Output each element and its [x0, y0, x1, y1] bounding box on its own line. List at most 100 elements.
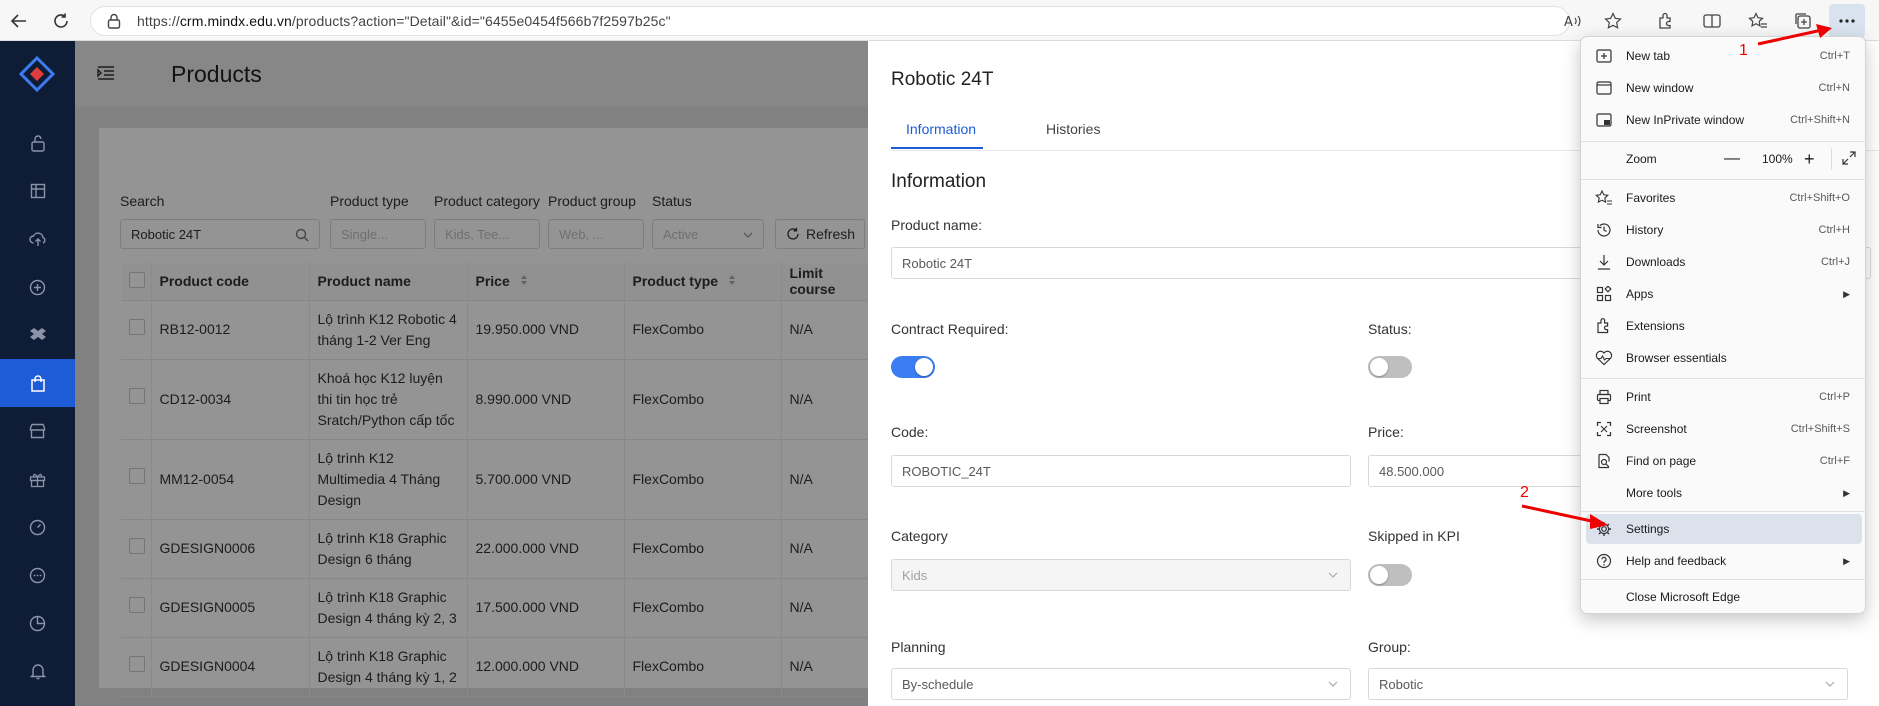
menu-item-extensions[interactable]: Extensions: [1586, 311, 1862, 341]
new-tab-icon: [1595, 48, 1613, 64]
submenu-arrow-icon: ▶: [1843, 487, 1850, 498]
app-logo-icon: [19, 56, 55, 92]
submenu-arrow-icon: ▶: [1843, 555, 1850, 566]
split-screen-icon[interactable]: [1699, 8, 1725, 34]
menu-item-favorites[interactable]: Favorites Ctrl+Shift+O: [1586, 183, 1862, 213]
sidebar-item-gift[interactable]: [0, 455, 75, 503]
address-bar[interactable]: https://crm.mindx.edu.vn/products?action…: [90, 6, 1570, 36]
menu-item-find-on-page[interactable]: Find on page Ctrl+F: [1586, 446, 1862, 476]
tab-histories[interactable]: Histories: [1046, 121, 1100, 137]
status-toggle[interactable]: [1368, 356, 1412, 378]
menu-item-settings[interactable]: Settings: [1586, 514, 1862, 544]
extensions-icon: [1595, 318, 1613, 334]
menu-shortcut: Ctrl+Shift+N: [1790, 114, 1850, 126]
printer-icon: [1595, 389, 1613, 405]
menu-item-label: Print: [1626, 390, 1651, 404]
chat-icon: [29, 567, 46, 583]
toggle-knob: [915, 358, 933, 376]
skipped-kpi-toggle[interactable]: [1368, 564, 1412, 586]
sidebar-item-board[interactable]: [0, 167, 75, 215]
favorite-star-icon[interactable]: [1600, 8, 1626, 34]
sidebar-item-lock[interactable]: [0, 119, 75, 167]
menu-item-more-tools[interactable]: More tools ▶: [1586, 478, 1862, 508]
menu-item-screenshot[interactable]: Screenshot Ctrl+Shift+S: [1586, 414, 1862, 444]
sidebar-item-store[interactable]: [0, 407, 75, 455]
group-select[interactable]: Robotic: [1368, 668, 1848, 700]
chevron-down-icon: [1825, 681, 1835, 687]
planning-select[interactable]: By-schedule: [891, 668, 1351, 700]
sidebar-item-chat[interactable]: [0, 551, 75, 599]
sidebar-item-report[interactable]: [0, 599, 75, 647]
menu-shortcut: Ctrl+N: [1818, 82, 1850, 94]
menu-item-label: Close Microsoft Edge: [1626, 590, 1741, 604]
back-button[interactable]: [6, 8, 32, 34]
menu-item-help-feedback[interactable]: Help and feedback ▶: [1586, 546, 1862, 576]
category-label: Category: [891, 528, 948, 544]
sidebar-item-dashboard[interactable]: [0, 503, 75, 551]
browser-more-menu: New tab Ctrl+T New window Ctrl+N New InP…: [1580, 36, 1867, 614]
sidebar-item-add[interactable]: [0, 263, 75, 311]
favorites-icon: [1595, 190, 1613, 206]
code-label: Code:: [891, 424, 929, 440]
status-field-label: Status:: [1368, 321, 1412, 337]
url-host: crm.mindx.edu.vn: [179, 13, 292, 29]
menu-item-label: More tools: [1626, 486, 1683, 500]
menu-shortcut: Ctrl+Shift+O: [1789, 192, 1850, 204]
sidebar-item-products[interactable]: [0, 359, 75, 407]
menu-item-label: Settings: [1626, 522, 1670, 536]
toggle-knob: [1370, 358, 1388, 376]
sidebar-item-dropbox[interactable]: [0, 311, 75, 359]
annotation-arrow-2: [1521, 504, 1608, 529]
category-value: Kids: [902, 567, 928, 583]
gift-icon: [29, 473, 46, 487]
menu-item-label: Screenshot: [1626, 422, 1687, 436]
menu-item-close-edge[interactable]: Close Microsoft Edge: [1586, 582, 1862, 612]
chevron-down-icon: [1328, 572, 1338, 578]
menu-separator: [1581, 579, 1867, 580]
modal-overlay[interactable]: [75, 41, 868, 706]
menu-item-label: Zoom: [1626, 152, 1657, 166]
fullscreen-icon[interactable]: [1842, 151, 1856, 168]
menu-item-label: Apps: [1626, 287, 1654, 301]
contract-required-toggle[interactable]: [891, 356, 935, 378]
bell-icon: [29, 663, 46, 679]
menu-item-apps[interactable]: Apps ▶: [1586, 279, 1862, 309]
url-prefix: https://: [137, 13, 180, 29]
menu-shortcut: Ctrl+T: [1819, 50, 1850, 62]
menu-item-browser-essentials[interactable]: Browser essentials: [1586, 343, 1862, 373]
apps-icon: [1595, 286, 1613, 302]
new-window-icon: [1595, 80, 1613, 96]
price-label: Price:: [1368, 424, 1404, 440]
menu-shortcut: Ctrl+Shift+S: [1790, 423, 1850, 435]
board-icon: [30, 183, 45, 199]
section-title: Information: [891, 171, 987, 192]
tab-information[interactable]: Information: [891, 121, 983, 149]
extensions-icon[interactable]: [1653, 8, 1679, 34]
app-sidebar: [0, 41, 75, 706]
screenshot-icon: [1595, 421, 1613, 437]
menu-shortcut: Ctrl+J: [1820, 256, 1850, 268]
code-value: ROBOTIC_24T: [902, 463, 991, 479]
store-icon: [29, 423, 46, 439]
sidebar-item-notifications[interactable]: [0, 647, 75, 695]
menu-item-history[interactable]: History Ctrl+H: [1586, 215, 1862, 245]
menu-item-print[interactable]: Print Ctrl+P: [1586, 382, 1862, 412]
find-icon: [1595, 453, 1613, 469]
read-aloud-icon[interactable]: A: [1560, 8, 1586, 34]
code-input[interactable]: ROBOTIC_24T: [891, 455, 1351, 487]
menu-item-downloads[interactable]: Downloads Ctrl+J: [1586, 247, 1862, 277]
menu-item-label: Favorites: [1626, 191, 1676, 205]
product-name-label: Product name:: [891, 217, 983, 233]
sidebar-item-upload[interactable]: [0, 215, 75, 263]
zoom-in-button[interactable]: +: [1804, 149, 1815, 170]
menu-item-new-window[interactable]: New window Ctrl+N: [1586, 73, 1862, 103]
history-icon: [1595, 222, 1613, 238]
category-select[interactable]: Kids: [891, 559, 1351, 591]
zoom-out-button[interactable]: —: [1724, 150, 1740, 168]
inprivate-icon: [1595, 112, 1613, 128]
menu-item-zoom: Zoom — 100% +: [1586, 144, 1862, 174]
menu-item-new-inprivate[interactable]: New InPrivate window Ctrl+Shift+N: [1586, 105, 1862, 135]
refresh-page-button[interactable]: [48, 8, 74, 34]
lock-icon: [30, 135, 45, 152]
menu-item-label: Browser essentials: [1626, 351, 1727, 365]
